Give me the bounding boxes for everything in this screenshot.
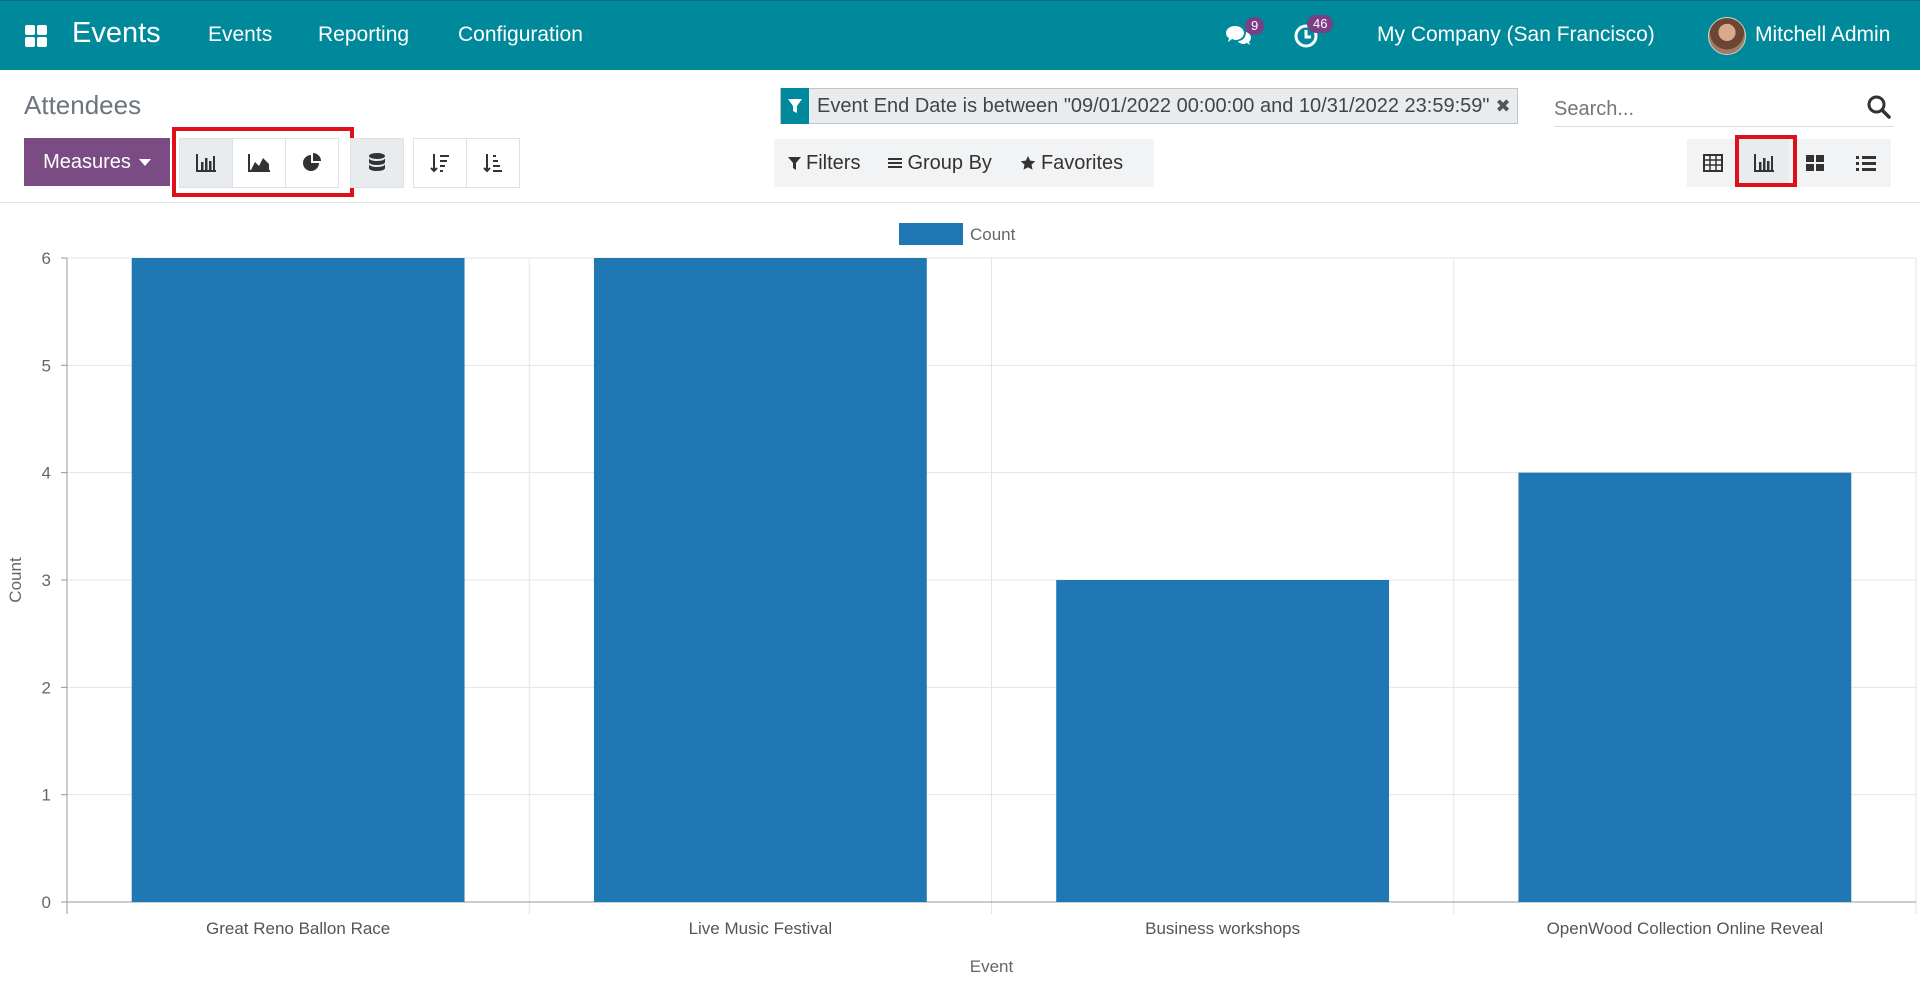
area-chart-icon — [248, 154, 270, 172]
group-by-label: Group By — [907, 151, 992, 174]
bars-icon — [888, 158, 903, 168]
filter-facet-icon — [781, 88, 809, 124]
graph-chart: 0 1 2 3 4 5 6 Great Reno Ballon Race Live Music … — [0, 205, 1920, 981]
user-avatar[interactable] — [1708, 17, 1746, 55]
facet-remove-icon[interactable]: ✖ — [1496, 96, 1517, 117]
top-navbar: Events Events Reporting Configuration 9 … — [0, 0, 1920, 70]
control-panel: Attendees Measures Event End Date is bet… — [0, 70, 1920, 203]
search-facet: Event End Date is between "09/01/2022 00… — [780, 88, 1518, 124]
app-brand[interactable]: Events — [72, 17, 161, 50]
bar — [1518, 472, 1852, 902]
favorites-button[interactable]: Favorites — [1006, 152, 1137, 175]
favorites-label: Favorites — [1040, 151, 1124, 174]
graph-view-button[interactable] — [1738, 139, 1789, 187]
menu-configuration[interactable]: Configuration — [458, 23, 583, 47]
bar — [131, 258, 465, 902]
sort-group — [413, 138, 520, 188]
filters-label: Filters — [806, 151, 861, 174]
kanban-view-button[interactable] — [1789, 139, 1840, 187]
y-tick-label: 5 — [42, 356, 51, 375]
search-underline — [1554, 126, 1894, 127]
pie-chart-button[interactable] — [285, 138, 339, 188]
facet-value: Event End Date is between "09/01/2022 00… — [817, 94, 1490, 117]
stacked-button[interactable] — [350, 138, 404, 188]
y-tick-label: 1 — [42, 786, 51, 805]
view-switcher — [1687, 139, 1891, 187]
apps-menu-icon[interactable] — [25, 25, 47, 47]
menu-events[interactable]: Events — [208, 23, 272, 47]
company-switcher[interactable]: My Company (San Francisco) — [1377, 23, 1655, 47]
sort-ascending-icon — [483, 154, 502, 173]
breadcrumb: Attendees — [24, 90, 142, 120]
user-menu[interactable]: Mitchell Admin — [1755, 23, 1890, 47]
stacked-group — [350, 138, 404, 188]
x-axis-title: Event — [970, 957, 1014, 976]
filters-button[interactable]: Filters — [774, 152, 874, 175]
star-icon — [1020, 156, 1036, 170]
pie-chart-icon — [303, 153, 321, 171]
search-input[interactable] — [1554, 94, 1854, 124]
x-tick-label: Business workshops — [1145, 919, 1300, 938]
y-tick-label: 6 — [42, 249, 51, 268]
menu-reporting[interactable]: Reporting — [318, 23, 409, 47]
kanban-icon — [1805, 155, 1824, 171]
y-tick-label: 3 — [42, 571, 51, 590]
measures-button[interactable]: Measures — [24, 138, 170, 186]
y-axis-title: Count — [6, 557, 25, 603]
bar — [593, 258, 927, 902]
x-tick-label: Great Reno Ballon Race — [206, 919, 390, 938]
measures-label: Measures — [43, 150, 131, 173]
list-icon — [1855, 156, 1876, 171]
y-tick-label: 2 — [42, 678, 51, 697]
database-icon — [369, 153, 385, 171]
chart-type-group — [179, 138, 339, 188]
y-tick-label: 0 — [42, 893, 51, 912]
x-tick-label: OpenWood Collection Online Reveal — [1547, 919, 1824, 938]
table-icon — [1702, 154, 1723, 172]
caret-down-icon — [138, 158, 151, 166]
filter-icon — [788, 156, 801, 170]
pivot-view-button[interactable] — [1687, 139, 1738, 187]
bar-chart-button[interactable] — [179, 138, 233, 188]
search-icon[interactable] — [1866, 94, 1892, 120]
group-by-button[interactable]: Group By — [874, 152, 1005, 175]
activities-badge: 46 — [1307, 15, 1334, 33]
messages-badge: 9 — [1245, 17, 1265, 35]
search-options-bar: Filters Group By Favorites — [774, 139, 1154, 187]
list-view-button[interactable] — [1840, 139, 1891, 187]
bar-chart-icon — [196, 154, 216, 172]
legend-swatch — [899, 223, 963, 245]
bar-chart-icon — [1753, 154, 1774, 172]
legend-label: Count — [970, 225, 1016, 244]
activities-button[interactable]: 46 — [1293, 15, 1334, 51]
sort-descending-icon — [430, 154, 449, 173]
x-tick-label: Live Music Festival — [689, 919, 833, 938]
sort-descending-button[interactable] — [413, 138, 467, 188]
sort-ascending-button[interactable] — [466, 138, 520, 188]
messages-button[interactable]: 9 — [1225, 17, 1265, 51]
y-tick-label: 4 — [42, 464, 51, 483]
line-chart-button[interactable] — [232, 138, 286, 188]
bar — [1056, 580, 1390, 902]
bar-chart: 0 1 2 3 4 5 6 Great Reno Ballon Race Live Music … — [6, 223, 1917, 976]
